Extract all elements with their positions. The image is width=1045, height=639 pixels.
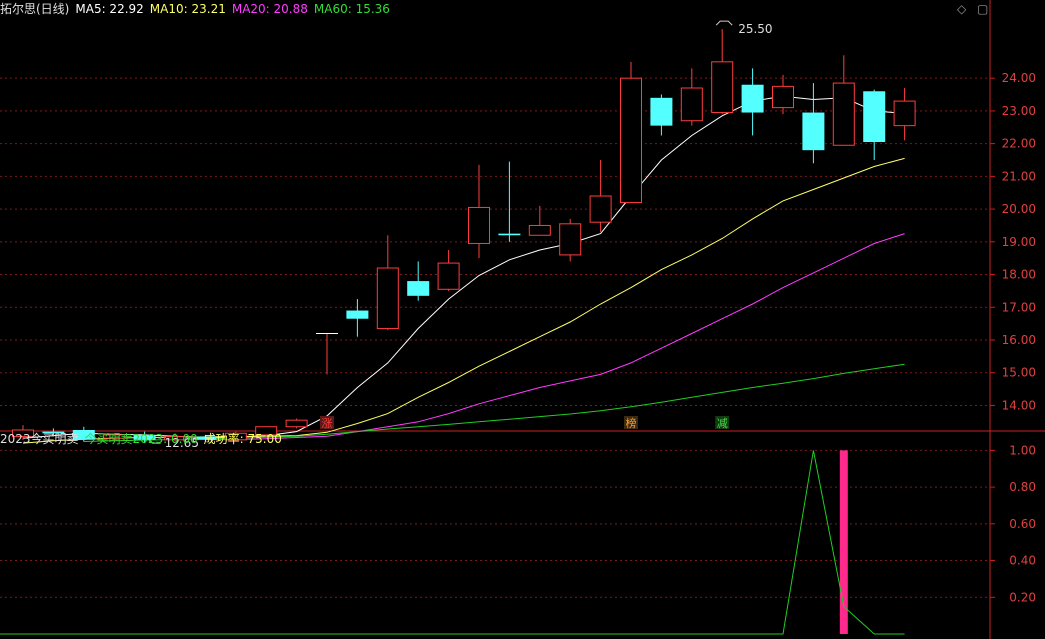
candle-body bbox=[528, 224, 551, 236]
ma5-line bbox=[22, 95, 905, 439]
ma60-label: MA60: 15.36 bbox=[313, 2, 390, 16]
candle-body bbox=[680, 87, 703, 122]
indicator-tick-label: 0.80 bbox=[1009, 480, 1036, 494]
price-tick-label: 19.00 bbox=[1002, 235, 1036, 249]
candle-body bbox=[407, 281, 430, 296]
price-tick-label: 22.00 bbox=[1002, 137, 1036, 151]
candle-body bbox=[589, 195, 612, 223]
price-tick-label: 18.00 bbox=[1002, 268, 1036, 282]
ma10-line bbox=[22, 157, 905, 444]
candle-body bbox=[437, 262, 460, 290]
main-header: 拓尔思(日线) MA5: 22.92 MA10: 23.21 MA20: 20.88 M… bbox=[0, 0, 396, 18]
candle-body bbox=[650, 97, 673, 126]
candle-body bbox=[285, 419, 308, 428]
diamond-icon[interactable]: ◇ bbox=[957, 2, 966, 16]
stock-title: 拓尔思(日线) bbox=[0, 2, 70, 16]
price-tick-label: 17.00 bbox=[1002, 300, 1036, 314]
signal-marker: 涨 bbox=[322, 417, 333, 430]
signal-marker: 减 bbox=[717, 417, 728, 430]
price-tick-label: 21.00 bbox=[1002, 169, 1036, 183]
candle-body bbox=[893, 100, 916, 127]
candle-body bbox=[468, 206, 490, 244]
price-tick-label: 23.00 bbox=[1002, 104, 1036, 118]
price-tick-label: 24.00 bbox=[1002, 71, 1036, 85]
candle-body bbox=[498, 233, 521, 236]
indicator-tick-label: 1.00 bbox=[1009, 443, 1036, 457]
indicator-line bbox=[0, 450, 905, 635]
high-arrow-icon bbox=[715, 20, 733, 26]
kline-chart[interactable]: 14.00 15.00 16.00 17.00 18.00 19.00 20.00 21.00… bbox=[0, 0, 1045, 639]
candle-body bbox=[863, 91, 886, 142]
candle-body bbox=[346, 310, 369, 319]
restore-icon[interactable]: ▢ bbox=[977, 2, 988, 16]
candle-body bbox=[832, 82, 855, 146]
price-tick-label: 15.00 bbox=[1002, 366, 1036, 380]
candle-body bbox=[741, 84, 764, 113]
indicator-tick-label: 0.60 bbox=[1009, 517, 1036, 531]
indicator-title: 2023今买明卖 bbox=[0, 432, 79, 446]
sub-header: 2023今买明卖 今买明卖2023: 0.00 成功率: 75.00 bbox=[0, 430, 288, 448]
candle-body bbox=[376, 267, 399, 330]
indicator-tick-label: 0.40 bbox=[1009, 554, 1036, 568]
candle-body bbox=[802, 112, 825, 151]
ma10-label: MA10: 23.21 bbox=[149, 2, 226, 16]
candle-body bbox=[711, 61, 734, 114]
indicator-value: 今买明卖2023: 0.00 bbox=[84, 432, 198, 446]
ma5-label: MA5: 22.92 bbox=[75, 2, 144, 16]
ma20-label: MA20: 20.88 bbox=[231, 2, 308, 16]
signal-marker: 榜 bbox=[626, 416, 637, 430]
indicator-tick-label: 0.20 bbox=[1009, 590, 1036, 604]
candle-body bbox=[772, 85, 794, 109]
price-tick-label: 20.00 bbox=[1002, 202, 1036, 216]
price-tick-label: 14.00 bbox=[1002, 398, 1036, 412]
candle-body bbox=[620, 77, 642, 204]
candle-body bbox=[559, 223, 582, 256]
ma20-line bbox=[205, 233, 905, 441]
high-label: 25.50 bbox=[738, 22, 772, 36]
price-tick-label: 16.00 bbox=[1002, 333, 1036, 347]
success-rate: 成功率: 75.00 bbox=[203, 432, 282, 446]
